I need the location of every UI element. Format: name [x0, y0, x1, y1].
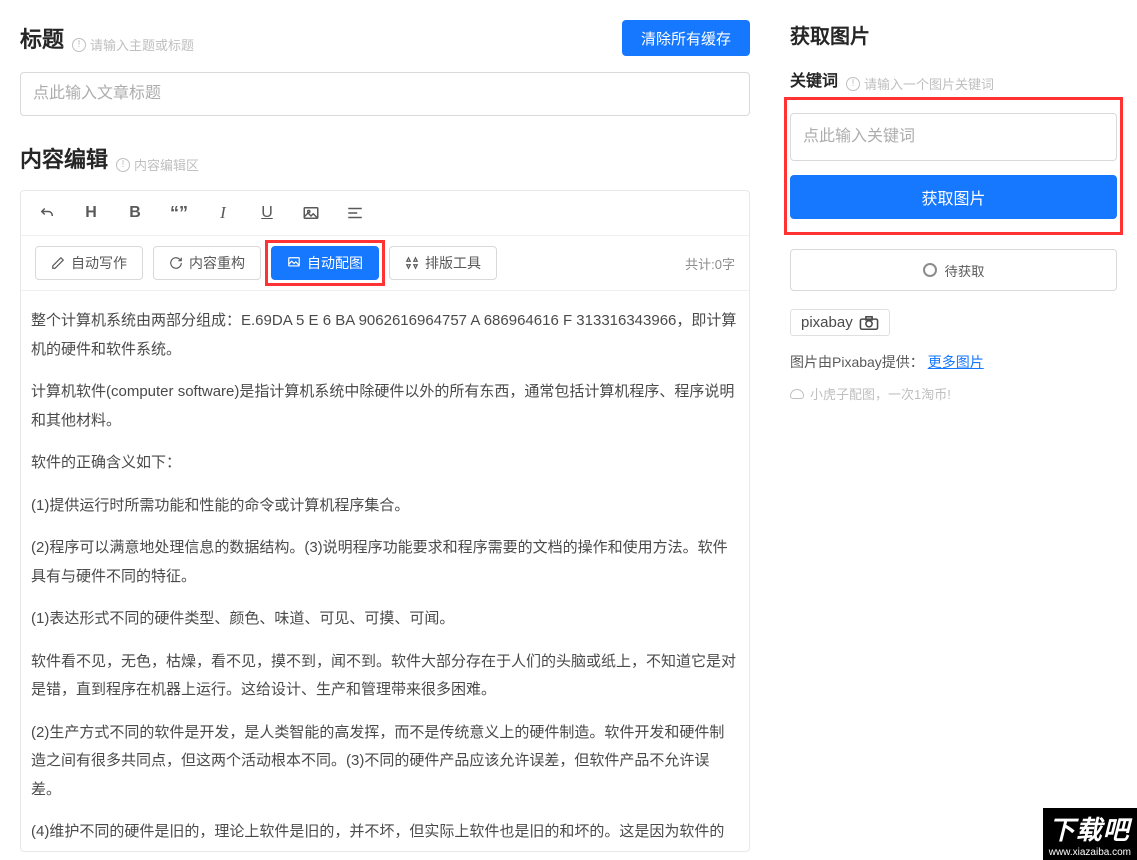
watermark-url: www.xiazaiba.com: [1049, 847, 1131, 858]
pixabay-badge: pixabay: [790, 309, 890, 336]
paragraph: 计算机软件(computer software)是指计算机系统中除硬件以外的所有…: [31, 378, 739, 435]
paragraph: 软件的正确含义如下：: [31, 449, 739, 478]
underline-icon[interactable]: U: [255, 201, 279, 225]
pending-button[interactable]: 待获取: [790, 249, 1117, 291]
refresh-icon: [169, 256, 183, 270]
paragraph: 软件看不见，无色，枯燥，看不见，摸不到，闻不到。软件大部分存在于人们的头脑或纸上…: [31, 648, 739, 705]
content-label: 内容编辑: [20, 142, 108, 174]
paragraph: (2)生产方式不同的软件是开发，是人类智能的高发挥，而不是传统意义上的硬件制造。…: [31, 719, 739, 805]
more-images-link[interactable]: 更多图片: [928, 354, 984, 370]
italic-icon[interactable]: I: [211, 201, 235, 225]
watermark-text: 下载吧: [1049, 815, 1130, 845]
attribution: 图片由Pixabay提供： 更多图片: [790, 352, 1117, 372]
auto-write-label: 自动写作: [71, 253, 127, 273]
content-hint: ! 内容编辑区: [116, 155, 199, 174]
keyword-hint-text: 请输入一个图片关键词: [864, 74, 994, 93]
layout-icon: [405, 256, 419, 270]
get-image-button-label: 获取图片: [921, 185, 985, 209]
restructure-button[interactable]: 内容重构: [153, 246, 261, 280]
image-match-icon: [287, 256, 301, 270]
editor-box: H B “” I U 自动写作: [20, 190, 750, 852]
footnote: 小虎子配图，一次1淘币!: [790, 384, 1117, 403]
article-title-input[interactable]: [20, 72, 750, 116]
auto-image-button[interactable]: 自动配图: [271, 246, 379, 280]
camera-icon: [859, 316, 879, 330]
word-count: 共计:0字: [685, 254, 735, 273]
keyword-input[interactable]: [790, 113, 1117, 161]
bold-icon[interactable]: B: [123, 201, 147, 225]
keyword-block-highlight: 获取图片: [790, 103, 1117, 229]
pending-label: 待获取: [945, 261, 985, 280]
info-icon: !: [846, 77, 860, 91]
title-label: 标题: [20, 22, 64, 54]
auto-image-highlight: 自动配图: [271, 246, 379, 280]
footnote-text: 小虎子配图，一次1淘币!: [810, 384, 951, 403]
editor-toolbar: H B “” I U: [21, 191, 749, 236]
paragraph: (4)维护不同的硬件是旧的，理论上软件是旧的，并不坏，但实际上软件也是旧的和坏的…: [31, 818, 739, 851]
info-icon: !: [116, 158, 130, 172]
restructure-label: 内容重构: [189, 253, 245, 273]
keyword-label: 关键词: [790, 67, 838, 91]
coin-icon: [790, 389, 804, 399]
paragraph: (1)表达形式不同的硬件类型、颜色、味道、可见、可摸、可闻。: [31, 605, 739, 634]
pixabay-label: pixabay: [801, 314, 853, 331]
title-section-header: 标题 ! 请输入主题或标题 清除所有缓存: [20, 20, 750, 56]
get-image-title: 获取图片: [790, 20, 1117, 49]
keyword-hint: ! 请输入一个图片关键词: [846, 74, 994, 93]
loading-circle-icon: [923, 263, 937, 277]
clear-cache-button[interactable]: 清除所有缓存: [622, 20, 750, 56]
paragraph: (2)程序可以满意地处理信息的数据结构。(3)说明程序功能要求和程序需要的文档的…: [31, 534, 739, 591]
action-bar: 自动写作 内容重构 自动配图 排版工具: [21, 236, 749, 291]
layout-tool-button[interactable]: 排版工具: [389, 246, 497, 280]
pencil-icon: [51, 256, 65, 270]
title-hint: ! 请输入主题或标题: [72, 35, 194, 54]
attribution-text: 图片由Pixabay提供：: [790, 354, 924, 370]
paragraph: 整个计算机系统由两部分组成：E.69DA 5 E 6 BA 9062616964…: [31, 307, 739, 364]
quote-icon[interactable]: “”: [167, 201, 191, 225]
image-icon[interactable]: [299, 201, 323, 225]
info-icon: !: [72, 38, 86, 52]
paragraph: (1)提供运行时所需功能和性能的命令或计算机程序集合。: [31, 492, 739, 521]
get-image-button[interactable]: 获取图片: [790, 175, 1117, 219]
undo-icon[interactable]: [35, 201, 59, 225]
content-hint-text: 内容编辑区: [134, 155, 199, 174]
clear-cache-label: 清除所有缓存: [641, 28, 731, 49]
align-left-icon[interactable]: [343, 201, 367, 225]
watermark: 下载吧 www.xiazaiba.com: [1043, 808, 1137, 860]
title-hint-text: 请输入主题或标题: [90, 35, 194, 54]
content-section-header: 内容编辑 ! 内容编辑区: [20, 142, 750, 174]
auto-write-button[interactable]: 自动写作: [35, 246, 143, 280]
layout-tool-label: 排版工具: [425, 253, 481, 273]
keyword-header: 关键词 ! 请输入一个图片关键词: [790, 67, 1117, 93]
auto-image-label: 自动配图: [307, 253, 363, 273]
editor-content[interactable]: 整个计算机系统由两部分组成：E.69DA 5 E 6 BA 9062616964…: [21, 291, 749, 851]
heading-icon[interactable]: H: [79, 201, 103, 225]
